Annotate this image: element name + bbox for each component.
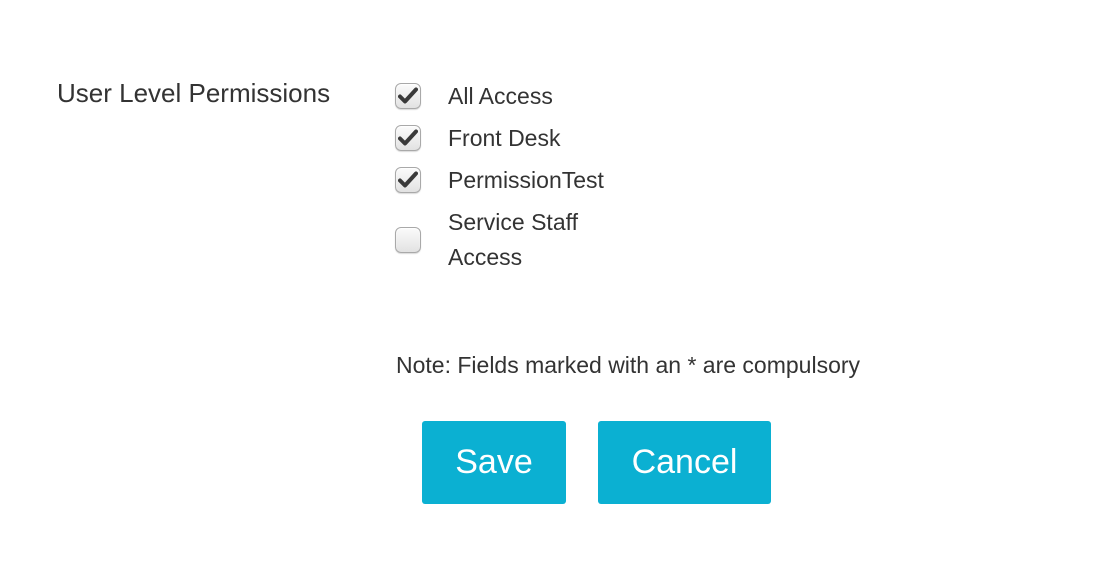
permissions-list: All Access Front Desk PermissionTest Ser… — [395, 78, 655, 282]
checkbox-permissiontest[interactable] — [395, 167, 421, 193]
cancel-button[interactable]: Cancel — [598, 421, 771, 504]
checkbox-front-desk[interactable] — [395, 125, 421, 151]
permission-label: Service Staff Access — [448, 209, 578, 270]
permission-label: All Access — [448, 82, 553, 109]
permission-item-permissiontest: PermissionTest — [395, 162, 655, 198]
checkbox-all-access[interactable] — [395, 83, 421, 109]
checkmark-icon — [398, 87, 418, 104]
field-label-user-level-permissions: User Level Permissions — [57, 78, 331, 108]
user-permissions-form: User Level Permissions All Access Front … — [0, 0, 1097, 576]
permission-item-front-desk: Front Desk — [395, 120, 655, 156]
permission-label: Front Desk — [448, 124, 561, 151]
checkmark-icon — [398, 129, 418, 146]
checkbox-service-staff-access[interactable] — [395, 227, 421, 253]
save-button[interactable]: Save — [422, 421, 566, 504]
permission-item-service-staff-access: Service Staff Access — [395, 204, 655, 276]
permission-label: PermissionTest — [448, 166, 604, 193]
permission-item-all-access: All Access — [395, 78, 655, 114]
checkmark-icon — [398, 171, 418, 188]
compulsory-fields-note: Note: Fields marked with an * are compul… — [396, 352, 861, 378]
